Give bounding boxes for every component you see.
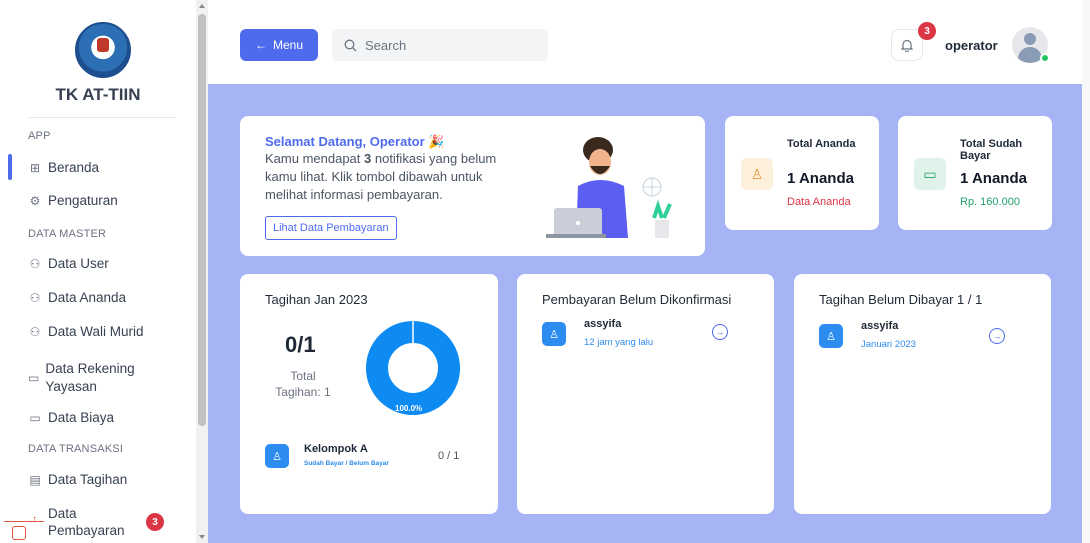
avatar-body	[1018, 47, 1042, 63]
panel-title: Tagihan Jan 2023	[265, 292, 368, 307]
menu-button-label: Menu	[272, 38, 304, 52]
sidebar-scrollbar[interactable]	[196, 0, 208, 543]
total-tagihan-label: Total Tagihan: 1	[275, 369, 331, 399]
donut-percent-label: 100.0%	[395, 404, 423, 413]
list-item-sub: Januari 2023	[861, 339, 916, 350]
active-indicator	[8, 154, 12, 180]
person-laptop-illustration	[546, 137, 672, 238]
pembayaran-count-badge: 3	[146, 513, 164, 531]
users-icon: ⚇	[29, 290, 41, 305]
username[interactable]: operator	[945, 38, 998, 53]
scroll-down-icon[interactable]	[199, 535, 205, 539]
search-icon	[344, 39, 357, 51]
arrow-left-icon: ←	[254, 38, 267, 52]
sidebar-item-data-biaya[interactable]: ▭ Data Biaya	[28, 410, 188, 425]
section-data-transaksi: DATA TRANSAKSI	[28, 443, 124, 455]
sidebar-item-pengaturan[interactable]: ⚙ Pengaturan	[28, 193, 188, 208]
sidebar-item-label: Data Pembayaran	[48, 506, 125, 538]
school-logo	[75, 22, 131, 78]
stat-label: Total Sudah Bayar	[960, 138, 1023, 162]
sidebar-item-label: Data User	[48, 256, 109, 271]
user-icon: ♙	[542, 322, 566, 346]
sidebar-item-label: Beranda	[48, 160, 100, 175]
belum-dibayar-panel: Tagihan Belum Dibayar 1 / 1 ♙ assyifa Ja…	[794, 274, 1051, 514]
card-icon: ▭	[29, 410, 41, 425]
stat-sub: Data Ananda	[787, 196, 851, 208]
avatar-head	[1024, 33, 1036, 45]
grid-icon: ⊞	[29, 160, 41, 175]
list-item-name: assyifa	[861, 320, 899, 332]
gear-icon: ⚙	[29, 193, 41, 208]
bell-icon	[901, 39, 913, 52]
arrow-right-icon[interactable]: →	[712, 324, 728, 340]
sidebar-item-label: Pengaturan	[48, 193, 118, 208]
credit-card-icon: ▭	[914, 158, 946, 190]
welcome-title: Selamat Datang, Operator 🎉	[265, 134, 444, 150]
welcome-title-text: Selamat Datang, Operator	[265, 134, 425, 149]
sidebar-item-label: Data Wali Murid	[48, 324, 144, 339]
user-icon: ♙	[819, 324, 843, 348]
welcome-text-prefix: Kamu mendapat	[265, 151, 365, 166]
list-item-name: assyifa	[584, 318, 622, 330]
card-icon: ▭	[28, 371, 40, 385]
tagihan-panel: Tagihan Jan 2023 0/1 Total Tagihan: 1 10…	[240, 274, 498, 514]
sidebar-item-label: Data Rekening Yayasan	[45, 361, 135, 394]
scroll-thumb[interactable]	[198, 14, 206, 426]
menu-toggle-button[interactable]: ← Menu	[240, 29, 318, 61]
user-icon: ♙	[741, 158, 773, 190]
group-sub: Sudah Bayar / Belum Bayar	[304, 460, 389, 467]
user-icon: ♙	[265, 444, 289, 468]
welcome-message: Kamu mendapat 3 notifikasi yang belum ka…	[265, 150, 515, 204]
sidebar-item-data-ananda[interactable]: ⚇ Data Ananda	[28, 290, 188, 305]
sidebar-divider	[28, 117, 176, 118]
stat-value: 1 Ananda	[787, 170, 854, 187]
view-payments-button[interactable]: Lihat Data Pembayaran	[265, 216, 397, 240]
sidebar-item-data-rekening-yayasan[interactable]: ▭ Data Rekening Yayasan	[28, 360, 148, 396]
search-box[interactable]	[332, 29, 548, 61]
belum-konfirmasi-panel: Pembayaran Belum Dikonfirmasi ♙ assyifa …	[517, 274, 774, 514]
list-item-sub: 12 jam yang lalu	[584, 337, 654, 348]
users-icon: ⚇	[29, 256, 41, 271]
stat-card-total-sudah-bayar: ▭ Total Sudah Bayar 1 Ananda Rp. 160.000	[898, 116, 1052, 230]
section-data-master: DATA MASTER	[28, 228, 107, 240]
sidebar-item-beranda[interactable]: ⊞ Beranda	[28, 160, 188, 175]
arrow-up-icon[interactable]: ↑	[32, 514, 37, 525]
stat-card-total-ananda: ♙ Total Ananda 1 Ananda Data Ananda	[725, 116, 879, 230]
sidebar-item-data-tagihan[interactable]: ▤ Data Tagihan	[28, 472, 188, 487]
calendar-icon: ▤	[29, 472, 41, 487]
top-header: ← Menu 3 operator	[208, 0, 1090, 84]
tagihan-fraction: 0/1	[285, 332, 316, 357]
laravel-icon[interactable]	[12, 526, 26, 540]
panel-title: Pembayaran Belum Dikonfirmasi	[542, 292, 732, 307]
sidebar-item-label: Data Biaya	[48, 410, 115, 425]
welcome-card: Selamat Datang, Operator 🎉 Kamu mendapat…	[240, 116, 705, 256]
donut-chart	[366, 321, 460, 415]
stat-sub: Rp. 160.000	[960, 196, 1020, 208]
stat-value: 1 Ananda	[960, 170, 1027, 187]
sidebar-item-label: Data Tagihan	[48, 472, 128, 487]
panel-title: Tagihan Belum Dibayar 1 / 1	[819, 292, 983, 307]
divider-line	[4, 521, 44, 522]
group-value: 0 / 1	[438, 450, 460, 462]
sidebar-item-data-user[interactable]: ⚇ Data User	[28, 256, 188, 271]
party-icon: 🎉	[428, 134, 445, 149]
notification-count-badge: 3	[918, 22, 936, 40]
sidebar-item-data-wali-murid[interactable]: ⚇ Data Wali Murid	[28, 324, 188, 339]
sidebar-item-label: Data Ananda	[48, 290, 127, 305]
arrow-right-icon[interactable]: →	[989, 328, 1005, 344]
group-name: Kelompok A	[304, 443, 368, 455]
online-status-dot	[1040, 53, 1050, 63]
stat-label: Total Ananda	[787, 138, 856, 150]
sidebar-item-data-pembayaran[interactable]: Data Pembayaran 3	[28, 505, 178, 539]
window-edge	[1082, 0, 1090, 543]
section-app: APP	[28, 130, 51, 142]
scroll-up-icon[interactable]	[199, 4, 205, 8]
main-content: Selamat Datang, Operator 🎉 Kamu mendapat…	[208, 84, 1082, 543]
sidebar: TK AT-TIIN APP ⊞ Beranda ⚙ Pengaturan DA…	[0, 0, 196, 543]
brand-name: TK AT-TIIN	[55, 85, 141, 104]
users-icon: ⚇	[29, 324, 41, 339]
search-input[interactable]	[365, 37, 525, 53]
